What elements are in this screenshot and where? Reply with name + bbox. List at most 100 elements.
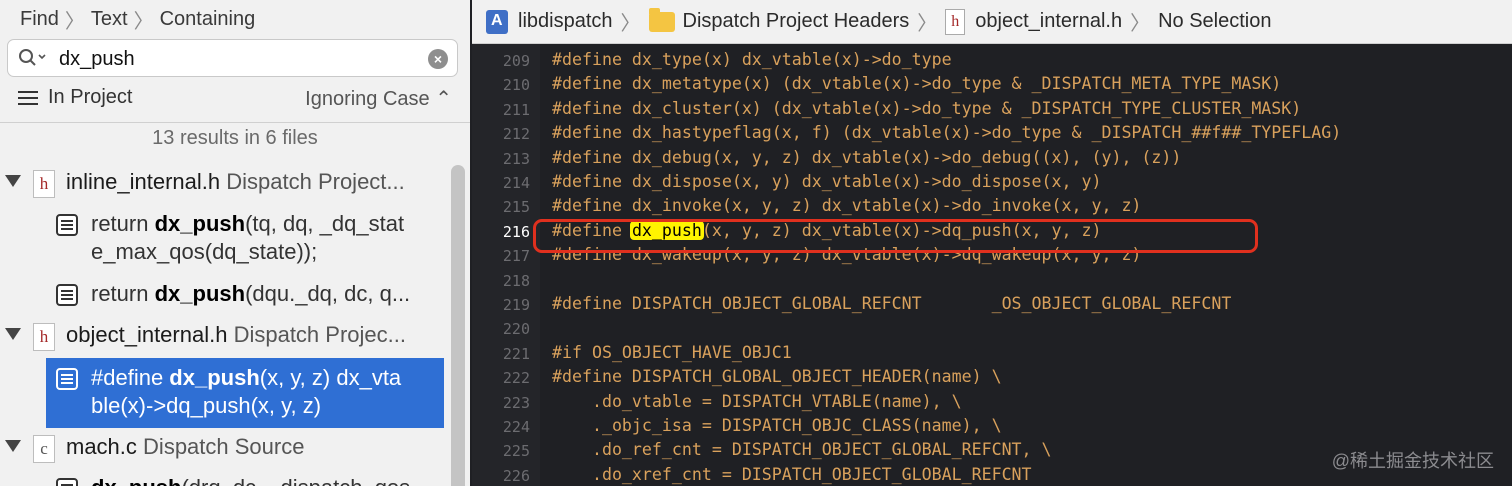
code-line[interactable]: 215 #define dx_invoke(x, y, z) dx_vtable(… (472, 195, 1512, 219)
jumpbar-file[interactable]: object_internal.h (975, 10, 1122, 33)
code-text: #define dx_hastypeflag(x, f) (dx_vtable(… (552, 123, 1342, 143)
code-line[interactable]: 222 #define DISPATCH_GLOBAL_OBJECT_HEADER… (472, 366, 1512, 390)
match-prefix: #define (91, 365, 170, 390)
chevron-right-icon: 〉 (64, 10, 85, 33)
code-line[interactable]: 213 #define dx_debug(x, y, z) dx_vtable(x… (472, 147, 1512, 171)
result-match-row-selected[interactable]: #define dx_push(x, y, z) dx_vta ble(x)->d… (0, 358, 450, 428)
line-number: 210 (502, 76, 530, 95)
code-text: #if OS_OBJECT_HAVE_OBJC1 (552, 342, 792, 362)
match-suffix: (x, y, z) dx_vta (259, 365, 402, 390)
match-text: return dx_push(tq, dq, _dq_stat e_max_qos… (91, 210, 436, 266)
code-text: #define DISPATCH_GLOBAL_OBJECT_HEADER(na… (552, 367, 1002, 387)
scope-selector[interactable]: In Project (18, 86, 132, 109)
result-file-row[interactable]: h inline_internal.h Dispatch Project... (0, 169, 450, 199)
result-file-row[interactable]: h object_internal.h Dispatch Projec... (0, 322, 450, 352)
line-number: 226 (502, 466, 530, 485)
code-line[interactable]: 224 ._objc_isa = DISPATCH_OBJC_CLASS(nam… (472, 415, 1512, 439)
updown-chevron-icon: ⌃ (429, 88, 452, 110)
code-line[interactable]: 209 #define dx_type(x) dx_vtable(x)->do_t… (472, 49, 1512, 73)
code-text: #define dx_type(x) dx_vtable(x)->do_type (552, 50, 952, 69)
line-number: 216 (502, 222, 530, 241)
disclosure-triangle-icon[interactable] (5, 175, 21, 187)
match-suffix: (drq, dc, _dispatch_qos (181, 475, 410, 486)
code-text: #define dx_metatype(x) (dx_vtable(x)->do… (552, 74, 1282, 94)
file-location: Dispatch Project... (226, 169, 405, 194)
disclosure-triangle-icon[interactable] (5, 328, 21, 340)
results-summary: 13 results in 6 files (152, 127, 318, 149)
result-file-row[interactable]: c mach.c Dispatch Source (0, 434, 450, 464)
code-line[interactable]: 214 #define dx_dispose(x, y) dx_vtable(x)… (472, 171, 1512, 195)
result-match-row[interactable]: return dx_push(dqu._dq, dc, q... (0, 280, 450, 310)
file-location: Dispatch Source (143, 434, 305, 459)
code-line[interactable]: 211 #define dx_cluster(x) (dx_vtable(x)->… (472, 98, 1512, 122)
jumpbar-selection[interactable]: No Selection (1158, 10, 1271, 33)
line-number: 213 (502, 149, 530, 168)
jumpbar-project[interactable]: libdispatch (518, 10, 613, 33)
line-match-icon (56, 478, 78, 486)
line-match-icon (56, 368, 78, 390)
match-suffix: (tq, dq, _dq_stat (245, 211, 405, 236)
chevron-right-icon: 〉 (1130, 13, 1151, 35)
line-number: 215 (502, 198, 530, 217)
code-line[interactable]: 221 #if OS_OBJECT_HAVE_OBJC1 (472, 342, 1512, 366)
line-number: 220 (502, 320, 530, 339)
find-navigator: Find 〉 Text 〉 Containing × In Project Ig… (0, 0, 470, 486)
line-number: 221 (502, 344, 530, 363)
line-number: 209 (502, 52, 530, 70)
result-file-name: mach.c Dispatch Source (66, 434, 304, 460)
c-file-icon: c (33, 435, 55, 463)
list-icon (18, 90, 38, 105)
navigator-scrollbar[interactable] (451, 165, 465, 486)
file-name: mach.c (66, 434, 137, 459)
result-file-name: inline_internal.h Dispatch Project... (66, 169, 405, 195)
case-sensitivity-popup[interactable]: Ignoring Case ⌃ (305, 86, 452, 111)
jump-bar: libdispatch 〉 Dispatch Project Headers 〉… (472, 0, 1512, 44)
code-text: #define dx_invoke(x, y, z) dx_vtable(x)-… (552, 196, 1142, 216)
code-line[interactable]: 218 (472, 269, 1512, 293)
match-suffix: (dqu._dq, dc, q... (245, 281, 411, 306)
disclosure-triangle-icon[interactable] (5, 440, 21, 452)
code-line[interactable]: 219 #define DISPATCH_OBJECT_GLOBAL_REFCNT… (472, 293, 1512, 317)
result-match-row[interactable]: dx_push(drq, dc, _dispatch_qos (0, 474, 450, 486)
result-match-row[interactable]: return dx_push(tq, dq, _dq_stat e_max_qos… (0, 210, 450, 268)
code-text: ._objc_isa = DISPATCH_OBJC_CLASS(name), … (552, 416, 1002, 435)
code-text: #define dx_cluster(x) (dx_vtable(x)->do_… (552, 98, 1302, 118)
file-location: Dispatch Projec... (233, 322, 406, 347)
line-number: 217 (502, 247, 530, 266)
project-icon (486, 9, 508, 34)
watermark: @稀土掘金技术社区 (1331, 451, 1494, 471)
match-text: dx_push(drq, dc, _dispatch_qos (91, 474, 436, 486)
match-text: #define dx_push(x, y, z) dx_vta ble(x)->d… (91, 364, 436, 420)
code-line[interactable]: 212 #define dx_hastypeflag(x, f) (dx_vtab… (472, 122, 1512, 146)
file-name: inline_internal.h (66, 169, 221, 194)
breadcrumb-find[interactable]: Find (20, 8, 59, 31)
code-line[interactable]: 223 .do_vtable = DISPATCH_VTABLE(name), … (472, 391, 1512, 415)
code-text: #define dx_dispose(x, y) dx_vtable(x)->d… (552, 172, 1102, 191)
code-line[interactable]: 220 (472, 317, 1512, 341)
search-options: In Project Ignoring Case ⌃ (0, 84, 470, 114)
breadcrumb-text[interactable]: Text (91, 8, 128, 31)
jumpbar-group[interactable]: Dispatch Project Headers (683, 10, 910, 33)
search-field[interactable]: × (7, 39, 458, 77)
chevron-right-icon: 〉 (917, 13, 938, 35)
breadcrumb-containing[interactable]: Containing (160, 8, 256, 31)
find-mode-breadcrumb[interactable]: Find 〉 Text 〉 Containing (20, 6, 256, 33)
case-label: Ignoring Case (305, 88, 430, 110)
line-number: 214 (502, 174, 530, 192)
file-name: object_internal.h (66, 322, 228, 347)
scope-label: In Project (48, 86, 133, 108)
code-area[interactable]: 209 #define dx_type(x) dx_vtable(x)->do_t… (472, 44, 1512, 486)
match-term: dx_push (169, 365, 260, 390)
search-input[interactable] (59, 46, 419, 72)
match-text: return dx_push(dqu._dq, dc, q... (91, 280, 436, 308)
chevron-right-icon: 〉 (620, 13, 641, 35)
match-prefix: return (91, 281, 155, 306)
line-match-icon (56, 214, 78, 236)
divider (0, 122, 470, 123)
annotation-red-box (533, 219, 1258, 253)
search-icon[interactable] (18, 48, 48, 68)
code-text: .do_xref_cnt = DISPATCH_OBJECT_GLOBAL_RE… (552, 464, 1032, 484)
match-term: dx_push (154, 281, 246, 306)
code-line[interactable]: 210 #define dx_metatype(x) (dx_vtable(x)-… (472, 73, 1512, 97)
clear-search-icon[interactable]: × (428, 49, 448, 69)
